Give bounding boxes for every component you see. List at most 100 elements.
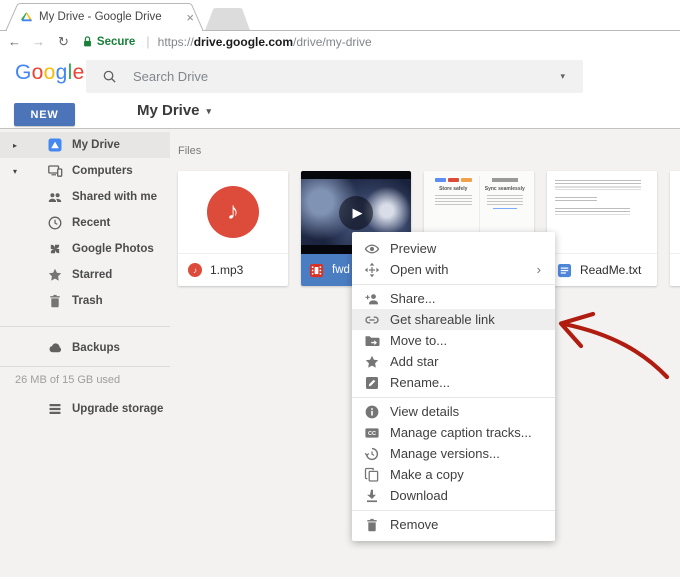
clock-icon bbox=[47, 215, 63, 231]
thumb-text-lines bbox=[555, 180, 641, 190]
menu-item-label: Remove bbox=[390, 517, 438, 532]
drive-icon bbox=[47, 137, 63, 153]
sidebar-item-trash[interactable]: Trash bbox=[0, 288, 170, 314]
back-icon[interactable]: ← bbox=[8, 35, 21, 48]
menu-item-open-with[interactable]: Open with› bbox=[352, 259, 555, 280]
cc-icon: CC bbox=[364, 425, 380, 441]
history-icon bbox=[364, 446, 380, 462]
thumb-heading: Sync seamlessly bbox=[485, 186, 526, 192]
expand-right-icon[interactable]: ▸ bbox=[8, 141, 22, 150]
sidebar-divider bbox=[0, 366, 170, 367]
thumb-text-lines bbox=[435, 195, 472, 207]
sidebar-item-label: Upgrade storage bbox=[72, 403, 163, 415]
menu-item-move-to[interactable]: Move to... bbox=[352, 330, 555, 351]
file-card-partial[interactable] bbox=[670, 171, 680, 286]
info-icon bbox=[364, 404, 380, 420]
person-add-icon bbox=[364, 291, 380, 307]
photos-icon bbox=[47, 241, 63, 257]
menu-divider bbox=[352, 284, 555, 285]
star-icon bbox=[364, 354, 380, 370]
sidebar: ▸ My Drive ▾ Computers Shared with meRecent G… bbox=[0, 129, 170, 580]
files-section-label: Files bbox=[178, 145, 201, 157]
text-file-icon bbox=[557, 263, 572, 278]
breadcrumb[interactable]: My Drive ▾ bbox=[137, 102, 211, 119]
audio-note-icon: ♪ bbox=[207, 186, 259, 238]
sidebar-item-shared-with-me[interactable]: Shared with me bbox=[0, 184, 170, 210]
logo-letter: o bbox=[32, 61, 44, 84]
browser-tabstrip: My Drive - Google Drive × bbox=[0, 0, 680, 31]
sidebar-item-label: Trash bbox=[72, 295, 103, 307]
menu-item-manage-versions[interactable]: Manage versions... bbox=[352, 443, 555, 464]
sidebar-item-label: Google Photos bbox=[72, 243, 154, 255]
menu-divider bbox=[352, 397, 555, 398]
thumb-bar bbox=[492, 178, 518, 182]
file-card-text[interactable]: ReadMe.txt bbox=[547, 171, 657, 286]
sidebar-item-upgrade-storage[interactable]: Upgrade storage bbox=[0, 396, 170, 422]
menu-item-remove[interactable]: Remove bbox=[352, 514, 555, 535]
menu-item-manage-caption-tracks[interactable]: CCManage caption tracks... bbox=[352, 422, 555, 443]
menu-item-share[interactable]: Share... bbox=[352, 288, 555, 309]
copy-icon bbox=[364, 467, 380, 483]
menu-item-get-shareable-link[interactable]: Get shareable link bbox=[352, 309, 555, 330]
link-icon bbox=[364, 312, 380, 328]
audio-file-icon: ♪ bbox=[188, 263, 202, 277]
tab-close-icon[interactable]: × bbox=[186, 10, 194, 25]
sidebar-item-my-drive[interactable]: ▸ My Drive bbox=[0, 132, 170, 158]
breadcrumb-caret-icon: ▾ bbox=[207, 104, 212, 117]
file-name: fwd bbox=[332, 264, 350, 276]
sidebar-item-label: Backups bbox=[72, 342, 120, 354]
forward-icon[interactable]: → bbox=[32, 35, 45, 48]
menu-item-label: Move to... bbox=[390, 333, 447, 348]
trash-icon bbox=[47, 293, 63, 309]
play-icon[interactable]: ▶ bbox=[339, 196, 373, 230]
thumb-link-line bbox=[493, 208, 518, 209]
browser-tab[interactable]: My Drive - Google Drive × bbox=[20, 7, 196, 27]
menu-item-rename[interactable]: Rename... bbox=[352, 372, 555, 393]
download-icon bbox=[364, 488, 380, 504]
search-options-caret-icon[interactable]: ▾ bbox=[560, 71, 565, 82]
menu-item-make-a-copy[interactable]: Make a copy bbox=[352, 464, 555, 485]
lock-icon bbox=[82, 35, 93, 48]
context-menu: PreviewOpen with› Share... Get shareable l… bbox=[352, 232, 555, 541]
menu-item-download[interactable]: Download bbox=[352, 485, 555, 506]
drive-header: Google Drive ▾ NEW My Drive ▾ bbox=[0, 52, 680, 129]
partial-thumbnail bbox=[670, 171, 680, 253]
thumb-chips bbox=[433, 178, 474, 182]
trash-icon bbox=[364, 517, 380, 533]
search-bar[interactable]: ▾ bbox=[86, 60, 583, 93]
folder-move-icon bbox=[364, 333, 380, 349]
reload-icon[interactable]: ↻ bbox=[58, 35, 69, 48]
submenu-arrow-icon: › bbox=[537, 262, 541, 277]
eye-icon bbox=[364, 241, 380, 257]
logo-google-wordmark: Google bbox=[15, 61, 85, 85]
svg-text:CC: CC bbox=[368, 431, 376, 437]
thumb-text-lines bbox=[487, 195, 524, 207]
sidebar-item-label: Computers bbox=[72, 165, 133, 177]
new-button[interactable]: NEW bbox=[14, 103, 75, 126]
expand-down-icon[interactable]: ▾ bbox=[8, 167, 22, 176]
sidebar-item-label: My Drive bbox=[72, 139, 120, 151]
menu-item-view-details[interactable]: View details bbox=[352, 401, 555, 422]
people-icon bbox=[47, 189, 63, 205]
sidebar-item-computers[interactable]: ▾ Computers bbox=[0, 158, 170, 184]
sidebar-item-recent[interactable]: Recent bbox=[0, 210, 170, 236]
omnibox-separator: | bbox=[146, 34, 149, 49]
sidebar-item-google-photos[interactable]: Google Photos bbox=[0, 236, 170, 262]
menu-item-label: Share... bbox=[390, 291, 436, 306]
menu-item-add-star[interactable]: Add star bbox=[352, 351, 555, 372]
file-card-audio[interactable]: ♪ ♪ 1.mp3 bbox=[178, 171, 288, 286]
pencil-icon bbox=[364, 375, 380, 391]
secure-label: Secure bbox=[97, 36, 135, 48]
menu-item-preview[interactable]: Preview bbox=[352, 238, 555, 259]
audio-thumbnail: ♪ bbox=[178, 171, 288, 253]
sidebar-item-starred[interactable]: Starred bbox=[0, 262, 170, 288]
logo-letter: e bbox=[73, 61, 85, 84]
sidebar-item-backups[interactable]: Backups bbox=[0, 335, 170, 361]
thumb-text-lines bbox=[555, 208, 630, 215]
address-bar[interactable]: https://drive.google.com/drive/my-drive bbox=[158, 35, 372, 49]
menu-item-label: Rename... bbox=[390, 375, 450, 390]
search-input[interactable] bbox=[131, 68, 560, 85]
menu-item-label: Manage versions... bbox=[390, 446, 500, 461]
thumb-heading: Store safely bbox=[433, 186, 474, 192]
menu-item-label: Get shareable link bbox=[390, 312, 495, 327]
